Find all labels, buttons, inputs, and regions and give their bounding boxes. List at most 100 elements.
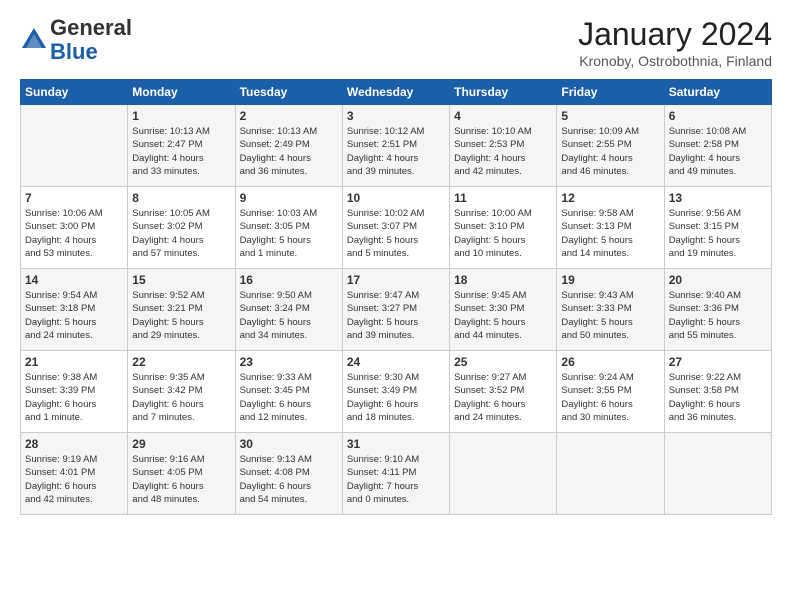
calendar-cell: 14 Sunrise: 9:54 AM Sunset: 3:18 PM Dayli…	[21, 269, 128, 351]
calendar-cell: 27 Sunrise: 9:22 AM Sunset: 3:58 PM Dayli…	[664, 351, 771, 433]
header-day: Saturday	[664, 80, 771, 105]
calendar-cell: 2 Sunrise: 10:13 AM Sunset: 2:49 PM Dayli…	[235, 105, 342, 187]
calendar-cell: 25Sunrise: 9:27 AM Sunset: 3:52 PM Dayli…	[450, 351, 557, 433]
day-info: Sunrise: 9:10 AM Sunset: 4:11 PM Dayligh…	[347, 453, 445, 506]
calendar-cell: 7 Sunrise: 10:06 AM Sunset: 3:00 PM Dayli…	[21, 187, 128, 269]
calendar-cell: 21Sunrise: 9:38 AM Sunset: 3:39 PM Dayli…	[21, 351, 128, 433]
day-number: 19	[561, 273, 659, 287]
calendar-cell: 5 Sunrise: 10:09 AM Sunset: 2:55 PM Dayli…	[557, 105, 664, 187]
calendar-cell: 22 Sunrise: 9:35 AM Sunset: 3:42 PM Dayli…	[128, 351, 235, 433]
logo: General Blue	[20, 16, 132, 64]
calendar-week-row: 1Sunrise: 10:13 AM Sunset: 2:47 PM Dayli…	[21, 105, 772, 187]
calendar-cell: 13 Sunrise: 9:56 AM Sunset: 3:15 PM Dayli…	[664, 187, 771, 269]
day-number: 23	[240, 355, 338, 369]
day-info: Sunrise: 10:08 AM Sunset: 2:58 PM Daylig…	[669, 125, 767, 178]
calendar-cell: 18 Sunrise: 9:45 AM Sunset: 3:30 PM Dayli…	[450, 269, 557, 351]
calendar-cell: 26Sunrise: 9:24 AM Sunset: 3:55 PM Dayli…	[557, 351, 664, 433]
calendar-table: SundayMondayTuesdayWednesdayThursdayFrid…	[20, 79, 772, 515]
day-info: Sunrise: 10:06 AM Sunset: 3:00 PM Daylig…	[25, 207, 123, 260]
day-number: 13	[669, 191, 767, 205]
day-number: 7	[25, 191, 123, 205]
header-day: Thursday	[450, 80, 557, 105]
day-number: 24	[347, 355, 445, 369]
calendar-cell: 15Sunrise: 9:52 AM Sunset: 3:21 PM Dayli…	[128, 269, 235, 351]
calendar-cell: 16Sunrise: 9:50 AM Sunset: 3:24 PM Dayli…	[235, 269, 342, 351]
day-info: Sunrise: 9:19 AM Sunset: 4:01 PM Dayligh…	[25, 453, 123, 506]
calendar-cell: 30 Sunrise: 9:13 AM Sunset: 4:08 PM Dayli…	[235, 433, 342, 515]
day-number: 17	[347, 273, 445, 287]
day-info: Sunrise: 10:05 AM Sunset: 3:02 PM Daylig…	[132, 207, 230, 260]
day-info: Sunrise: 9:47 AM Sunset: 3:27 PM Dayligh…	[347, 289, 445, 342]
day-number: 8	[132, 191, 230, 205]
day-number: 28	[25, 437, 123, 451]
day-number: 1	[132, 109, 230, 123]
header: General Blue January 2024 Kronoby, Ostro…	[20, 16, 772, 69]
logo-blue-text: Blue	[50, 39, 98, 64]
day-info: Sunrise: 9:35 AM Sunset: 3:42 PM Dayligh…	[132, 371, 230, 424]
header-day: Monday	[128, 80, 235, 105]
calendar-cell	[450, 433, 557, 515]
day-number: 20	[669, 273, 767, 287]
header-row: SundayMondayTuesdayWednesdayThursdayFrid…	[21, 80, 772, 105]
calendar-cell	[664, 433, 771, 515]
day-info: Sunrise: 9:54 AM Sunset: 3:18 PM Dayligh…	[25, 289, 123, 342]
day-number: 2	[240, 109, 338, 123]
calendar-cell: 12Sunrise: 9:58 AM Sunset: 3:13 PM Dayli…	[557, 187, 664, 269]
day-number: 27	[669, 355, 767, 369]
location: Kronoby, Ostrobothnia, Finland	[578, 53, 772, 69]
calendar-body: 1Sunrise: 10:13 AM Sunset: 2:47 PM Dayli…	[21, 105, 772, 515]
day-info: Sunrise: 9:56 AM Sunset: 3:15 PM Dayligh…	[669, 207, 767, 260]
calendar-cell: 24Sunrise: 9:30 AM Sunset: 3:49 PM Dayli…	[342, 351, 449, 433]
header-day: Sunday	[21, 80, 128, 105]
day-number: 29	[132, 437, 230, 451]
header-day: Friday	[557, 80, 664, 105]
month-title: January 2024	[578, 16, 772, 53]
day-info: Sunrise: 9:16 AM Sunset: 4:05 PM Dayligh…	[132, 453, 230, 506]
day-number: 22	[132, 355, 230, 369]
day-number: 9	[240, 191, 338, 205]
header-day: Wednesday	[342, 80, 449, 105]
calendar-cell	[557, 433, 664, 515]
calendar-header: SundayMondayTuesdayWednesdayThursdayFrid…	[21, 80, 772, 105]
logo-icon	[20, 26, 48, 54]
calendar-week-row: 7 Sunrise: 10:06 AM Sunset: 3:00 PM Dayli…	[21, 187, 772, 269]
calendar-cell: 4Sunrise: 10:10 AM Sunset: 2:53 PM Dayli…	[450, 105, 557, 187]
calendar-cell: 19Sunrise: 9:43 AM Sunset: 3:33 PM Dayli…	[557, 269, 664, 351]
day-info: Sunrise: 9:45 AM Sunset: 3:30 PM Dayligh…	[454, 289, 552, 342]
calendar-week-row: 14 Sunrise: 9:54 AM Sunset: 3:18 PM Dayli…	[21, 269, 772, 351]
calendar-week-row: 21Sunrise: 9:38 AM Sunset: 3:39 PM Dayli…	[21, 351, 772, 433]
day-number: 3	[347, 109, 445, 123]
calendar-cell: 9Sunrise: 10:03 AM Sunset: 3:05 PM Dayli…	[235, 187, 342, 269]
day-number: 11	[454, 191, 552, 205]
header-day: Tuesday	[235, 80, 342, 105]
calendar-cell: 11 Sunrise: 10:00 AM Sunset: 3:10 PM Dayl…	[450, 187, 557, 269]
day-info: Sunrise: 9:38 AM Sunset: 3:39 PM Dayligh…	[25, 371, 123, 424]
calendar-cell: 23Sunrise: 9:33 AM Sunset: 3:45 PM Dayli…	[235, 351, 342, 433]
day-number: 15	[132, 273, 230, 287]
logo-general-text: General	[50, 15, 132, 40]
title-block: January 2024 Kronoby, Ostrobothnia, Finl…	[578, 16, 772, 69]
calendar-cell: 17 Sunrise: 9:47 AM Sunset: 3:27 PM Dayli…	[342, 269, 449, 351]
calendar-cell: 29 Sunrise: 9:16 AM Sunset: 4:05 PM Dayli…	[128, 433, 235, 515]
day-number: 25	[454, 355, 552, 369]
day-info: Sunrise: 9:40 AM Sunset: 3:36 PM Dayligh…	[669, 289, 767, 342]
day-number: 12	[561, 191, 659, 205]
day-number: 4	[454, 109, 552, 123]
day-info: Sunrise: 10:02 AM Sunset: 3:07 PM Daylig…	[347, 207, 445, 260]
day-number: 5	[561, 109, 659, 123]
calendar-cell: 31Sunrise: 9:10 AM Sunset: 4:11 PM Dayli…	[342, 433, 449, 515]
day-info: Sunrise: 9:13 AM Sunset: 4:08 PM Dayligh…	[240, 453, 338, 506]
day-info: Sunrise: 10:13 AM Sunset: 2:49 PM Daylig…	[240, 125, 338, 178]
day-info: Sunrise: 10:09 AM Sunset: 2:55 PM Daylig…	[561, 125, 659, 178]
day-number: 30	[240, 437, 338, 451]
day-info: Sunrise: 10:00 AM Sunset: 3:10 PM Daylig…	[454, 207, 552, 260]
calendar-cell	[21, 105, 128, 187]
logo-text: General Blue	[50, 16, 132, 64]
day-info: Sunrise: 9:22 AM Sunset: 3:58 PM Dayligh…	[669, 371, 767, 424]
day-number: 26	[561, 355, 659, 369]
day-number: 14	[25, 273, 123, 287]
page: General Blue January 2024 Kronoby, Ostro…	[0, 0, 792, 525]
calendar-cell: 10Sunrise: 10:02 AM Sunset: 3:07 PM Dayl…	[342, 187, 449, 269]
calendar-cell: 1Sunrise: 10:13 AM Sunset: 2:47 PM Dayli…	[128, 105, 235, 187]
day-number: 18	[454, 273, 552, 287]
